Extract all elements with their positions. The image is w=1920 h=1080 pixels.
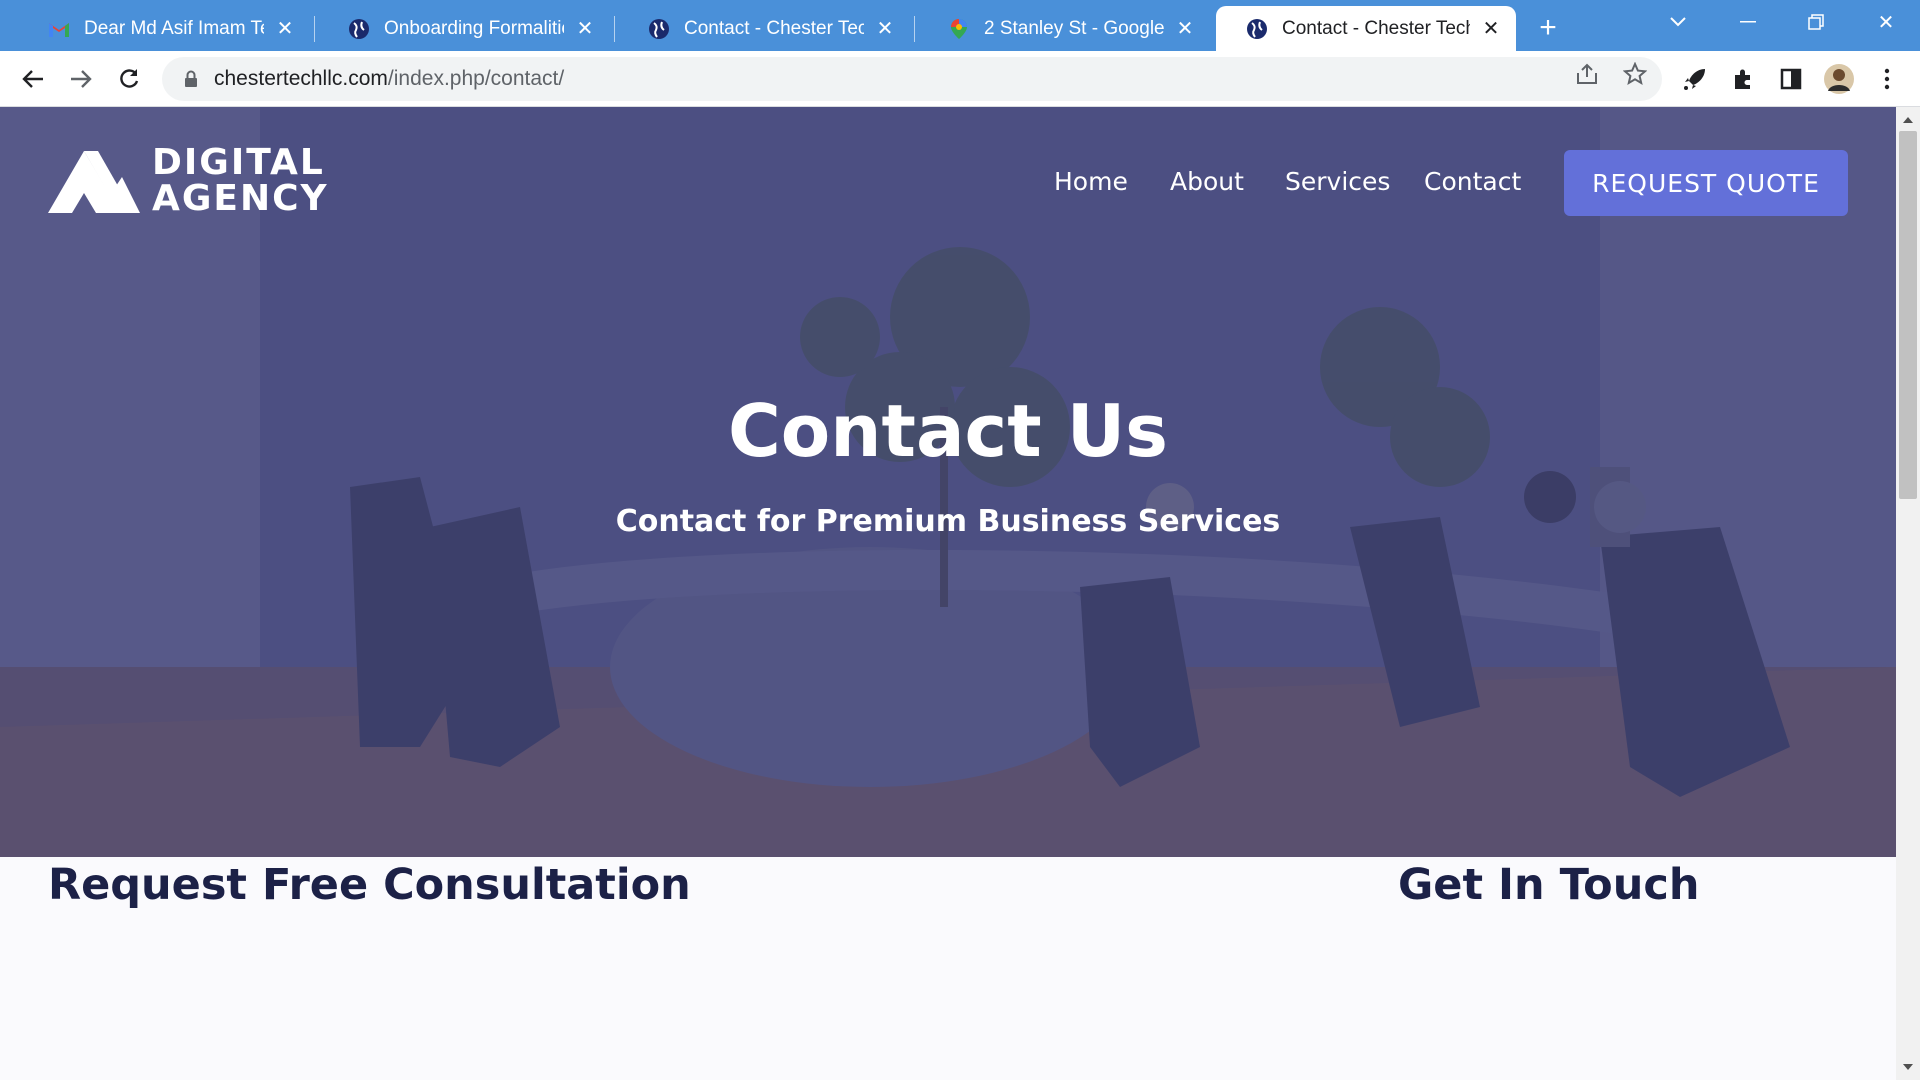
close-tab-icon[interactable]: ✕ [1172, 16, 1198, 42]
tab-active-contact[interactable]: Contact - Chester Technol ✕ [1216, 6, 1516, 51]
google-maps-icon [948, 18, 970, 40]
nav-home[interactable]: Home [1054, 167, 1128, 196]
tab-search-chevron-icon[interactable] [1644, 0, 1712, 44]
bookmark-star-icon[interactable] [1620, 59, 1650, 89]
hero-title: Contact Us [727, 389, 1169, 473]
rocket-extension-icon[interactable] [1676, 60, 1714, 98]
close-tab-icon[interactable]: ✕ [872, 16, 898, 42]
extensions-puzzle-icon[interactable] [1724, 60, 1762, 98]
tab-title: Contact - Chester Technol [684, 17, 864, 39]
tab-title: 2 Stanley St - Google Map [984, 17, 1164, 39]
tab-title: Contact - Chester Technol [1282, 17, 1470, 39]
page-scrollbar[interactable] [1896, 107, 1920, 1080]
nav-about[interactable]: About [1170, 167, 1244, 196]
request-quote-button[interactable]: REQUEST QUOTE [1564, 150, 1848, 216]
minimize-icon[interactable] [1714, 0, 1782, 44]
page-viewport: DIGITAL AGENCY Home About Services Conta… [0, 107, 1896, 1080]
globe-icon [648, 18, 670, 40]
globe-icon [1246, 18, 1268, 40]
tab-separator [914, 16, 915, 42]
tab-gmail[interactable]: Dear Md Asif Imam Team ✕ [18, 6, 310, 51]
url-text: chestertechllc.com/index.php/contact/ [214, 67, 564, 91]
scroll-down-arrow-icon[interactable] [1896, 1058, 1920, 1076]
logo-line-2: AGENCY [152, 178, 329, 219]
new-tab-button[interactable]: + [1530, 10, 1566, 46]
tab-separator [614, 16, 615, 42]
chrome-menu-icon[interactable] [1868, 60, 1906, 98]
gmail-icon [48, 18, 70, 40]
profile-avatar[interactable] [1820, 60, 1858, 98]
nav-contact[interactable]: Contact [1424, 167, 1521, 196]
close-tab-icon[interactable]: ✕ [572, 16, 598, 42]
tab-title: Onboarding Formalities - [384, 17, 564, 39]
forward-icon[interactable] [62, 60, 100, 98]
content-section: Request Free Consultation Get In Touch [0, 857, 1896, 1080]
scrollbar-thumb[interactable] [1899, 131, 1917, 499]
browser-toolbar: chestertechllc.com/index.php/contact/ [0, 51, 1920, 107]
close-tab-icon[interactable]: ✕ [272, 16, 298, 42]
tab-strip: Dear Md Asif Imam Team ✕ Onboarding Form… [0, 0, 1920, 51]
address-bar[interactable]: chestertechllc.com/index.php/contact/ [162, 57, 1662, 101]
close-tab-icon[interactable]: ✕ [1478, 16, 1504, 42]
logo-line-1: DIGITAL [152, 142, 325, 183]
nav-services[interactable]: Services [1285, 167, 1390, 196]
tab-title: Dear Md Asif Imam Team [84, 17, 264, 39]
globe-icon [348, 18, 370, 40]
share-icon[interactable] [1572, 59, 1602, 89]
tab-contact-chester[interactable]: Contact - Chester Technol ✕ [618, 6, 910, 51]
tab-onboarding[interactable]: Onboarding Formalities - ✕ [318, 6, 610, 51]
logo-wordmark: DIGITAL AGENCY [152, 145, 329, 217]
side-panel-icon[interactable] [1772, 60, 1810, 98]
site-logo[interactable]: DIGITAL AGENCY [48, 145, 329, 217]
tab-separator [314, 16, 315, 42]
hero-overlay [0, 107, 1896, 857]
lock-icon [185, 70, 197, 87]
restore-icon[interactable] [1782, 0, 1850, 44]
consultation-heading: Request Free Consultation [48, 860, 691, 910]
tab-google-maps[interactable]: 2 Stanley St - Google Map ✕ [918, 6, 1210, 51]
get-in-touch-heading: Get In Touch [1398, 860, 1700, 910]
reload-icon[interactable] [110, 60, 148, 98]
url-path: /index.php/contact/ [387, 67, 565, 90]
logo-mountain-icon [48, 151, 140, 213]
hero-subtitle: Contact for Premium Business Services [615, 504, 1281, 539]
close-window-icon[interactable]: ✕ [1852, 0, 1920, 44]
url-domain: chestertechllc.com [214, 67, 388, 90]
hero-section: DIGITAL AGENCY Home About Services Conta… [0, 107, 1896, 857]
back-icon[interactable] [14, 60, 52, 98]
scroll-up-arrow-icon[interactable] [1896, 111, 1920, 129]
